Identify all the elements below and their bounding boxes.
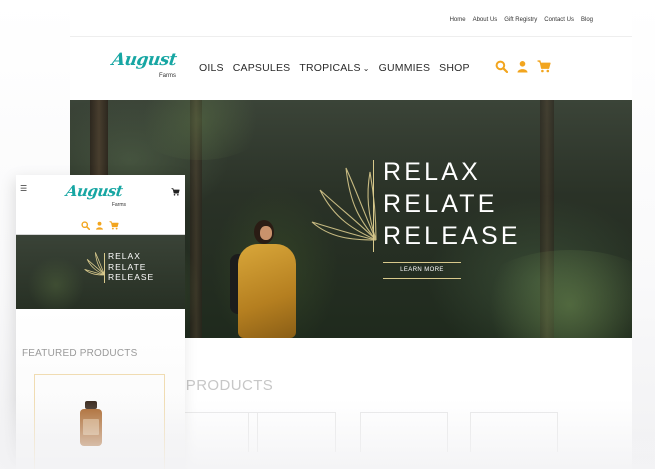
hamburger-icon[interactable]: ☰ [20,184,27,193]
util-link-gift-registry[interactable]: Gift Registry [504,17,537,23]
nav-item-shop[interactable]: SHOP [439,62,470,74]
nav-item-tropicals[interactable]: TROPICALS ⌄ [299,62,369,74]
cart-icon[interactable] [109,217,119,235]
product-card[interactable] [470,412,558,452]
cart-icon[interactable] [171,183,180,201]
mobile-site-preview: ☰ August Farms RELAX RELATE RELEASE FEAT… [16,175,185,469]
hero-gold-divider [104,253,105,283]
util-link-about-us[interactable]: About Us [473,17,498,23]
chevron-down-icon: ⌄ [362,64,370,73]
nav-item-tropicals-label: TROPICALS [299,62,361,74]
product-bottle-image [80,401,102,446]
main-nav: OILS CAPSULES TROPICALS ⌄ GUMMIES SHOP [199,62,470,74]
desktop-header: August Farms OILS CAPSULES TROPICALS ⌄ GU… [70,37,632,99]
hero-line-3: RELEASE [383,222,521,250]
brand-logo[interactable]: August Farms [110,50,182,82]
nav-item-capsules[interactable]: CAPSULES [233,62,291,74]
search-icon[interactable] [81,217,91,235]
product-card[interactable] [248,412,336,452]
nav-item-gummies[interactable]: GUMMIES [379,62,431,74]
hero-headline: RELAX RELATE RELEASE [383,156,521,252]
util-link-contact-us[interactable]: Contact Us [544,17,574,23]
logo-script-text: August [64,182,124,200]
user-icon[interactable] [95,217,104,235]
user-icon[interactable] [516,60,529,73]
hero-line-3: RELEASE [108,272,155,282]
learn-more-button[interactable]: LEARN MORE [383,262,461,279]
header-icon-group [495,60,551,74]
mobile-hero-headline: RELAX RELATE RELEASE [108,251,154,283]
screenshot-stage: Home About Us Gift Registry Contact Us B… [0,0,655,469]
mobile-hero-banner: RELAX RELATE RELEASE [16,235,185,309]
logo-sub-text: Farms [111,202,126,208]
cart-icon[interactable] [537,60,551,73]
nav-item-oils[interactable]: OILS [199,62,224,74]
mobile-featured-heading: FEATURED PRODUCTS [22,348,138,359]
hero-fern [130,100,270,160]
mobile-icon-group [81,217,119,235]
hero-line-1: RELAX [383,158,481,186]
mobile-header: ☰ August Farms [16,175,185,235]
logo-sub-text: Farms [159,73,176,79]
hero-fern [470,250,632,338]
hero-gold-divider [373,160,374,252]
hero-line-1: RELAX [108,251,141,261]
util-link-home[interactable]: Home [450,17,466,23]
hemp-leaf-icon [84,252,106,276]
hero-hiker-figure [230,220,300,338]
utility-nav: Home About Us Gift Registry Contact Us B… [450,17,593,23]
product-card[interactable] [360,412,448,452]
logo-script-text: August [110,50,178,70]
hemp-leaf-icon [311,167,377,241]
util-link-blog[interactable]: Blog [581,17,593,23]
hero-line-2: RELATE [383,190,498,218]
search-icon[interactable] [495,60,509,74]
featured-products-grid [170,412,570,452]
hero-line-2: RELATE [108,261,147,272]
mobile-brand-logo[interactable]: August Farms [64,182,136,210]
featured-products-heading: D PRODUCTS [170,377,274,394]
